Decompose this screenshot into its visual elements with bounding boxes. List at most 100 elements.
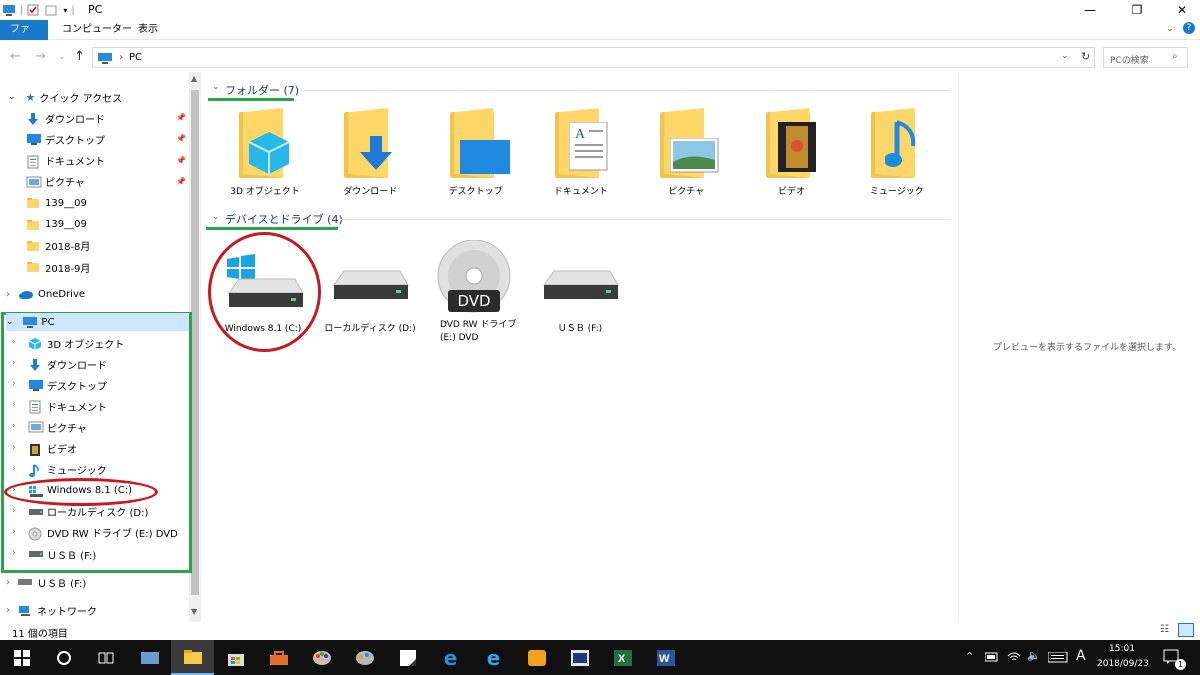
nav-pc-item[interactable]: ピクチャ [28,418,87,436]
nav-pc-item[interactable]: ビデオ [28,440,77,458]
drive-tile-d[interactable]: ローカルディスク (D:) [322,245,418,345]
pin-icon[interactable]: 📌 [176,177,186,186]
nav-quick-item[interactable]: デスクトップ [26,130,105,148]
clock-time[interactable]: 15:01 [1109,644,1135,654]
up-arrow-icon[interactable]: ↑ [74,49,85,64]
chevron-right-icon[interactable]: › [12,421,16,431]
expand-ribbon-icon[interactable]: ⌄ [1166,24,1174,34]
taskbar-app-paint-a[interactable] [300,640,343,675]
pin-icon[interactable]: 📌 [176,113,186,122]
nav-pc-item[interactable]: ドキュメント [28,397,107,415]
devices-group-header[interactable]: デバイスとドライブ (4) [225,211,343,227]
cortana-button[interactable] [42,640,85,675]
folder-tile[interactable]: ミュージック [849,108,945,208]
taskbar-app-photos[interactable] [128,640,171,675]
new-folder-icon[interactable] [45,4,57,16]
chevron-right-icon[interactable]: › [12,527,16,537]
nav-scrollbar-thumb[interactable] [191,90,199,595]
taskbar-app-store[interactable] [214,640,257,675]
taskbar-app-word[interactable]: W [644,640,687,675]
chevron-right-icon[interactable]: › [12,443,16,453]
address-dropdown-icon[interactable]: ⌄ [1061,51,1069,61]
wifi-icon[interactable] [1007,650,1021,664]
close-button[interactable]: ✕ [1160,0,1200,20]
help-icon[interactable]: ? [1183,22,1195,34]
taskbar-app-edge[interactable]: e [429,640,472,675]
recent-locations-icon[interactable]: ⌄ [58,52,66,62]
chevron-down-icon[interactable]: ⌄ [212,212,220,222]
properties-icon[interactable] [27,4,39,16]
search-input[interactable]: PCの検索 ⌕ [1103,47,1188,68]
chevron-right-icon[interactable]: › [12,337,16,347]
chevron-down-icon[interactable]: ⌄ [8,92,16,102]
chevron-right-icon[interactable]: › [12,548,16,558]
nav-quick-item[interactable]: 2018-8月 [26,237,90,255]
taskbar-app-explorer[interactable] [171,640,214,675]
back-arrow-icon[interactable]: ← [10,49,21,64]
clock-date[interactable]: 2018/09/23 [1097,659,1149,669]
drive-tile-e[interactable]: DVD DVD RW ドライブ (E:) DVD [426,240,522,350]
chevron-down-icon[interactable]: ⌄ [6,317,14,327]
ime-indicator[interactable]: A [1076,648,1086,664]
forward-arrow-icon[interactable]: → [35,49,46,64]
taskbar-app-ie[interactable]: e [472,640,515,675]
chevron-right-icon[interactable]: › [12,506,16,516]
battery-icon[interactable] [985,652,999,662]
nav-usb[interactable]: › ＵＳＢ (F:) [6,573,86,591]
chevron-right-icon[interactable]: › [12,400,16,410]
nav-quick-item[interactable]: ドキュメント [26,152,105,170]
nav-quick-item[interactable]: 2018-9月 [26,258,90,276]
taskbar-app-toolbox[interactable] [257,640,300,675]
taskbar-app-orange[interactable] [515,640,558,675]
taskbar-app-excel[interactable]: X [601,640,644,675]
drive-tile-f[interactable]: ＵＳＢ (F:) [532,245,628,345]
folder-tile[interactable]: ダウンロード [322,108,418,208]
folders-group-header[interactable]: フォルダー (7) [225,82,299,98]
chevron-right-icon[interactable]: › [12,464,16,474]
nav-quick-access[interactable]: ⌄ ★ クイック アクセス [8,88,122,106]
folder-tile[interactable]: 3D オブジェクト [217,108,313,208]
pin-icon[interactable]: 📌 [176,156,186,165]
chevron-down-icon[interactable]: ⌄ [212,82,220,92]
chevron-right-icon[interactable]: › [6,289,10,300]
nav-quick-item[interactable]: ピクチャ [26,173,85,191]
scroll-up-icon[interactable]: ▲ [191,74,197,83]
nav-quick-item[interactable]: 139__09 [26,216,87,234]
nav-pc-item[interactable]: ミュージック [28,461,107,479]
nav-onedrive[interactable]: › OneDrive [6,285,85,303]
chevron-right-icon[interactable]: › [6,577,10,588]
nav-pc-item[interactable]: ダウンロード [28,355,107,373]
folder-tile[interactable]: デスクトップ [428,108,524,208]
tray-overflow-icon[interactable]: ⌃ [965,650,974,663]
task-view-button[interactable] [84,640,127,675]
keyboard-icon[interactable] [1048,652,1068,663]
nav-quick-item[interactable]: 139__09 [26,194,87,212]
nav-pc-item[interactable]: ＵＳＢ (F:) [28,545,96,563]
taskbar-app-sticky[interactable] [386,640,429,675]
chevron-right-icon[interactable]: › [12,358,16,368]
folder-tile[interactable]: A ドキュメント [533,108,629,208]
chevron-right-icon[interactable]: › [6,605,10,616]
volume-muted-icon[interactable]: 🔈 [1027,649,1041,662]
customize-qat-icon[interactable]: ▾ [63,6,67,15]
folder-tile[interactable]: ビデオ [744,108,840,208]
address-field[interactable]: › PC ⌄ ↻ [92,47,1095,68]
nav-pc[interactable]: ⌄ PC [6,313,189,331]
minimize-button[interactable]: — [1068,0,1112,20]
start-button[interactable] [0,640,43,675]
details-view-icon[interactable]: ☷ [1160,624,1169,635]
taskbar-app-font[interactable] [558,640,601,675]
taskbar-app-paint-b[interactable] [343,640,386,675]
nav-pc-item[interactable]: デスクトップ [28,376,107,394]
refresh-icon[interactable]: ↻ [1081,50,1090,63]
nav-network[interactable]: › ネットワーク [6,601,97,619]
large-icons-view-icon[interactable] [1178,623,1194,637]
scroll-down-icon[interactable]: ▼ [191,607,197,616]
nav-quick-item[interactable]: ダウンロード [26,109,105,127]
pin-icon[interactable]: 📌 [176,134,186,143]
tab-file[interactable]: ファイル [0,20,48,55]
chevron-right-icon[interactable]: › [12,379,16,389]
nav-pc-item[interactable]: DVD RW ドライブ (E:) DVD [28,524,178,542]
tab-view[interactable]: 表示 [128,20,168,40]
restore-button[interactable]: ❐ [1115,0,1159,20]
